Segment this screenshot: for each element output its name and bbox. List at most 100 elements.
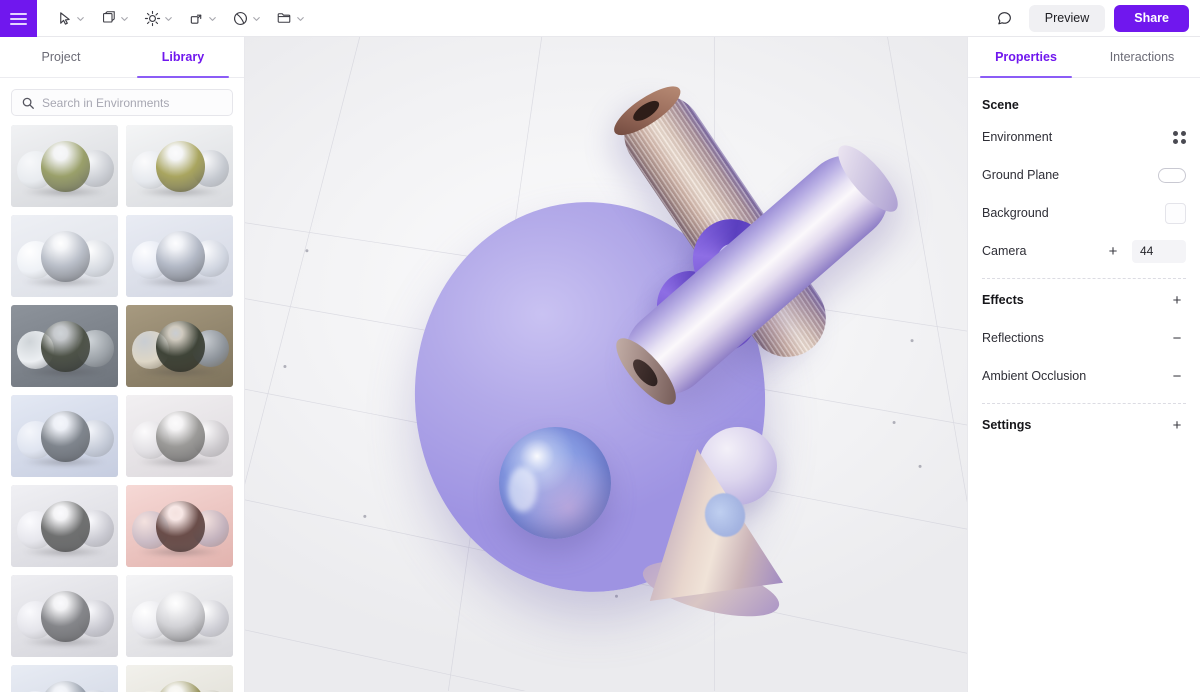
chevron-down-icon	[209, 16, 216, 21]
row-effects-label: Effects	[982, 293, 1024, 307]
glass-sphere-highlight	[507, 467, 538, 513]
row-background: Background	[982, 194, 1186, 232]
chevron-down-icon	[253, 16, 260, 21]
hamburger-menu-icon[interactable]	[0, 0, 37, 37]
row-environment-label: Environment	[982, 130, 1053, 144]
properties-content: Scene Environment Ground Plane Backgroun…	[968, 78, 1200, 444]
cursor-select-icon	[54, 8, 74, 28]
tool-light[interactable]	[137, 4, 179, 32]
metallic-tube-cap-bottom	[829, 137, 907, 221]
chevron-down-icon	[297, 16, 304, 21]
3d-scene-viewport[interactable]	[245, 37, 967, 692]
divider-2	[982, 403, 1186, 404]
thumb-sphere-center	[40, 321, 91, 373]
section-scene-label: Scene	[982, 98, 1019, 112]
transform-scale-icon	[186, 8, 206, 28]
chevron-down-icon	[121, 16, 128, 21]
comment-bubble-icon[interactable]	[990, 3, 1020, 33]
row-ground-plane-label: Ground Plane	[982, 168, 1060, 182]
environment-thumb-4[interactable]	[126, 215, 233, 297]
thumb-sphere-center	[155, 231, 206, 283]
row-ambient-occlusion-label: Ambient Occlusion	[982, 369, 1087, 383]
environment-thumb-9[interactable]	[11, 485, 118, 567]
environment-thumbnail-grid	[0, 125, 244, 692]
row-ambient-occlusion: Ambient Occlusion −	[982, 357, 1186, 395]
cube-object-icon	[98, 8, 118, 28]
cone[interactable]	[635, 449, 785, 628]
environment-thumb-5[interactable]	[11, 305, 118, 387]
dot-grid-icon[interactable]	[1173, 130, 1186, 144]
scene-objects	[245, 37, 967, 692]
row-settings: Settings +	[982, 406, 1186, 444]
light-sun-icon	[142, 8, 162, 28]
thumb-sphere-center	[155, 591, 206, 643]
effects-add-button[interactable]: +	[1168, 291, 1186, 309]
environment-thumb-10[interactable]	[126, 485, 233, 567]
camera-value-input[interactable]	[1132, 239, 1186, 263]
glass-sphere[interactable]	[499, 427, 611, 539]
environment-thumb-14[interactable]	[126, 665, 233, 692]
tool-transform[interactable]	[181, 4, 223, 32]
tool-folder[interactable]	[269, 4, 311, 32]
ground-plane-toggle[interactable]	[1158, 167, 1186, 183]
environment-thumb-6[interactable]	[126, 305, 233, 387]
main-body: Project Library Search in Environments P…	[0, 37, 1200, 692]
environment-thumb-2[interactable]	[126, 125, 233, 207]
hamburger-bars	[10, 12, 27, 25]
thumb-sphere-center	[155, 141, 206, 193]
left-tabs: Project Library	[0, 37, 244, 78]
tool-object[interactable]	[93, 4, 135, 32]
environment-thumb-13[interactable]	[11, 665, 118, 692]
tool-material[interactable]	[225, 4, 267, 32]
chevron-down-icon	[165, 16, 172, 21]
environment-thumb-7[interactable]	[11, 395, 118, 477]
environment-thumb-11[interactable]	[11, 575, 118, 657]
divider-1	[982, 278, 1186, 279]
row-ground-plane: Ground Plane	[982, 156, 1186, 194]
thumb-sphere-center	[155, 501, 206, 553]
row-camera: Camera +	[982, 232, 1186, 270]
row-background-label: Background	[982, 206, 1049, 220]
wood-cylinder-hole	[630, 97, 663, 125]
camera-add-button[interactable]: +	[1104, 242, 1122, 260]
tab-properties[interactable]: Properties	[968, 37, 1084, 78]
thumb-sphere-center	[40, 591, 91, 643]
wood-cylinder-cap	[607, 78, 687, 144]
share-button[interactable]: Share	[1114, 4, 1189, 32]
settings-add-button[interactable]: +	[1168, 416, 1186, 434]
thumb-sphere-center	[40, 501, 91, 553]
top-toolbar: Preview Share	[0, 0, 1200, 37]
environment-thumb-3[interactable]	[11, 215, 118, 297]
material-sphere-icon	[230, 8, 250, 28]
thumb-sphere-center	[40, 231, 91, 283]
tab-project[interactable]: Project	[0, 37, 122, 77]
row-camera-label: Camera	[982, 244, 1027, 258]
section-scene-title: Scene	[982, 98, 1186, 112]
app-root: Preview Share Project Library Search in …	[0, 0, 1200, 692]
search-box[interactable]	[11, 89, 233, 116]
ambient-occlusion-remove-button[interactable]: −	[1168, 367, 1186, 385]
chevron-down-icon	[77, 16, 84, 21]
camera-controls: +	[1104, 239, 1186, 263]
preview-button[interactable]: Preview	[1028, 4, 1106, 32]
background-color-swatch[interactable]	[1165, 202, 1186, 224]
environment-thumb-8[interactable]	[126, 395, 233, 477]
thumb-sphere-center	[40, 411, 91, 463]
row-reflections: Reflections −	[982, 319, 1186, 357]
folder-icon	[274, 8, 294, 28]
search-wrapper	[0, 78, 244, 125]
tab-interactions[interactable]: Interactions	[1084, 37, 1200, 77]
tool-select[interactable]	[49, 4, 91, 32]
thumb-sphere-center	[40, 141, 91, 193]
environment-thumb-1[interactable]	[11, 125, 118, 207]
row-reflections-label: Reflections	[982, 331, 1044, 345]
search-input[interactable]	[42, 95, 223, 110]
reflections-remove-button[interactable]: −	[1168, 329, 1186, 347]
topbar-actions: Preview Share	[990, 0, 1200, 36]
row-environment: Environment	[982, 118, 1186, 156]
right-tabs: Properties Interactions	[968, 37, 1200, 78]
tab-library[interactable]: Library	[122, 37, 244, 78]
left-sidebar: Project Library	[0, 37, 245, 692]
tool-group	[37, 0, 311, 36]
environment-thumb-12[interactable]	[126, 575, 233, 657]
